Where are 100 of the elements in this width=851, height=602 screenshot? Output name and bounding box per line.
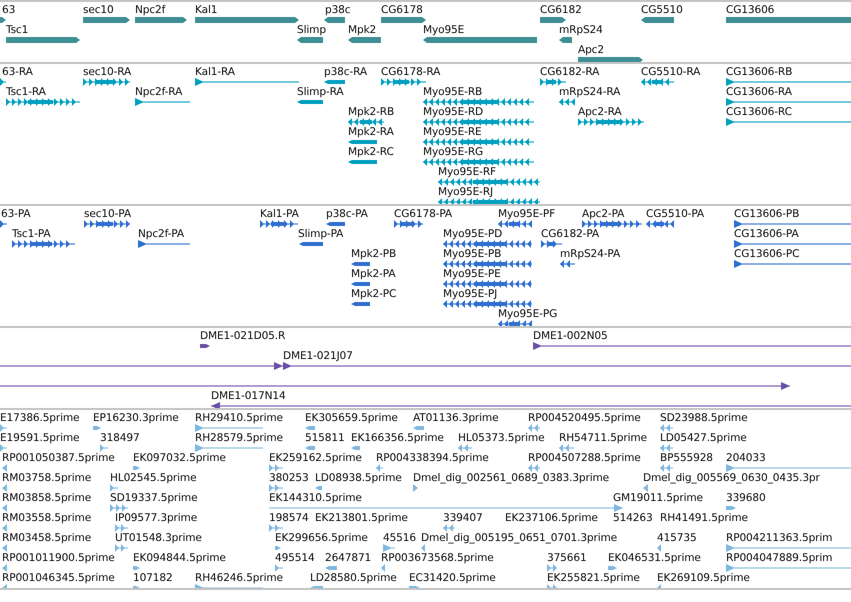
gene-glyph[interactable] <box>6 36 80 44</box>
transcript-glyph[interactable] <box>6 98 80 106</box>
gene-glyph[interactable] <box>726 16 851 24</box>
gene-glyph[interactable] <box>540 16 566 24</box>
est-glyph[interactable] <box>726 504 736 512</box>
est-glyph[interactable] <box>726 544 851 552</box>
transcript-glyph[interactable] <box>423 118 534 126</box>
transcript-glyph[interactable] <box>135 98 190 106</box>
protein-glyph[interactable] <box>394 220 423 228</box>
protein-glyph[interactable] <box>443 240 532 248</box>
est-glyph[interactable] <box>110 504 128 512</box>
transcript-glyph[interactable] <box>438 198 540 204</box>
clone-glyph[interactable] <box>200 342 210 350</box>
est-glyph[interactable] <box>643 484 648 492</box>
transcript-glyph[interactable] <box>559 98 575 106</box>
est-glyph[interactable] <box>413 424 424 432</box>
est-glyph[interactable] <box>269 484 283 492</box>
protein-glyph[interactable] <box>443 260 532 268</box>
transcript-glyph[interactable] <box>726 118 851 126</box>
est-glyph[interactable] <box>2 484 7 492</box>
est-glyph[interactable] <box>0 444 7 452</box>
est-glyph[interactable] <box>269 504 623 512</box>
est-glyph[interactable] <box>528 424 540 432</box>
est-glyph[interactable] <box>305 424 315 432</box>
transcript-glyph[interactable] <box>578 118 644 126</box>
est-glyph[interactable] <box>2 504 7 512</box>
transcript-glyph[interactable] <box>348 118 384 126</box>
est-glyph[interactable] <box>275 544 281 552</box>
transcript-glyph[interactable] <box>438 178 540 186</box>
transcript-glyph[interactable] <box>195 78 299 86</box>
est-glyph[interactable] <box>421 544 425 552</box>
est-glyph[interactable] <box>458 444 472 452</box>
est-glyph[interactable] <box>305 444 315 452</box>
est-glyph[interactable] <box>325 564 337 572</box>
est-glyph[interactable] <box>93 424 101 432</box>
clone-glyph[interactable] <box>283 362 851 370</box>
est-glyph[interactable] <box>381 564 385 572</box>
gene-glyph[interactable] <box>83 16 130 24</box>
transcript-glyph[interactable] <box>726 78 851 86</box>
protein-glyph[interactable] <box>443 300 532 308</box>
est-glyph[interactable] <box>413 484 418 492</box>
protein-glyph[interactable] <box>351 300 370 308</box>
est-glyph[interactable] <box>657 544 661 552</box>
est-glyph[interactable] <box>351 444 360 452</box>
gene-glyph[interactable] <box>324 16 345 24</box>
gene-glyph[interactable] <box>297 36 323 44</box>
transcript-glyph[interactable] <box>348 158 377 166</box>
transcript-glyph[interactable] <box>83 78 130 86</box>
clone-glyph[interactable] <box>533 342 851 350</box>
protein-glyph[interactable] <box>498 320 532 326</box>
transcript-glyph[interactable] <box>423 158 534 166</box>
gene-glyph[interactable] <box>423 36 537 44</box>
est-glyph[interactable] <box>269 524 283 532</box>
protein-glyph[interactable] <box>351 260 370 268</box>
protein-glyph[interactable] <box>326 220 345 228</box>
clone-glyph[interactable] <box>0 382 790 390</box>
gene-glyph[interactable] <box>578 56 643 62</box>
est-glyph[interactable] <box>660 444 673 452</box>
transcript-glyph[interactable] <box>726 98 851 106</box>
transcript-glyph[interactable] <box>0 78 6 86</box>
est-glyph[interactable] <box>2 464 7 472</box>
protein-glyph[interactable] <box>12 240 75 248</box>
protein-glyph[interactable] <box>351 280 370 288</box>
est-glyph[interactable] <box>2 564 7 572</box>
transcript-glyph[interactable] <box>423 98 534 106</box>
est-glyph[interactable] <box>133 564 140 572</box>
protein-glyph[interactable] <box>498 220 532 228</box>
est-glyph[interactable] <box>100 444 108 452</box>
gene-glyph[interactable] <box>348 36 381 44</box>
est-glyph[interactable] <box>376 464 383 472</box>
gene-glyph[interactable] <box>195 16 299 24</box>
protein-glyph[interactable] <box>734 260 851 268</box>
protein-glyph[interactable] <box>560 260 575 268</box>
est-glyph[interactable] <box>133 464 140 472</box>
protein-glyph[interactable] <box>582 220 642 228</box>
protein-glyph[interactable] <box>443 280 532 288</box>
gene-glyph[interactable] <box>559 36 572 44</box>
transcript-glyph[interactable] <box>381 78 426 86</box>
est-glyph[interactable] <box>315 484 322 492</box>
est-glyph[interactable] <box>559 444 574 452</box>
est-glyph[interactable] <box>195 424 263 432</box>
est-glyph[interactable] <box>110 484 118 492</box>
est-glyph[interactable] <box>726 564 851 572</box>
est-glyph[interactable] <box>275 564 283 572</box>
protein-glyph[interactable] <box>646 220 674 228</box>
transcript-glyph[interactable] <box>297 98 323 106</box>
transcript-glyph[interactable] <box>423 138 534 146</box>
est-glyph[interactable] <box>2 544 7 552</box>
est-glyph[interactable] <box>383 544 395 552</box>
protein-glyph[interactable] <box>734 220 851 228</box>
est-glyph[interactable] <box>2 524 7 532</box>
clone-glyph[interactable] <box>211 402 851 408</box>
est-glyph[interactable] <box>660 424 673 432</box>
est-glyph[interactable] <box>660 464 673 472</box>
transcript-glyph[interactable] <box>540 78 566 86</box>
est-glyph[interactable] <box>0 424 7 432</box>
transcript-glyph[interactable] <box>324 78 345 86</box>
protein-glyph[interactable] <box>260 220 298 228</box>
est-glyph[interactable] <box>608 564 617 572</box>
est-glyph[interactable] <box>195 444 263 452</box>
